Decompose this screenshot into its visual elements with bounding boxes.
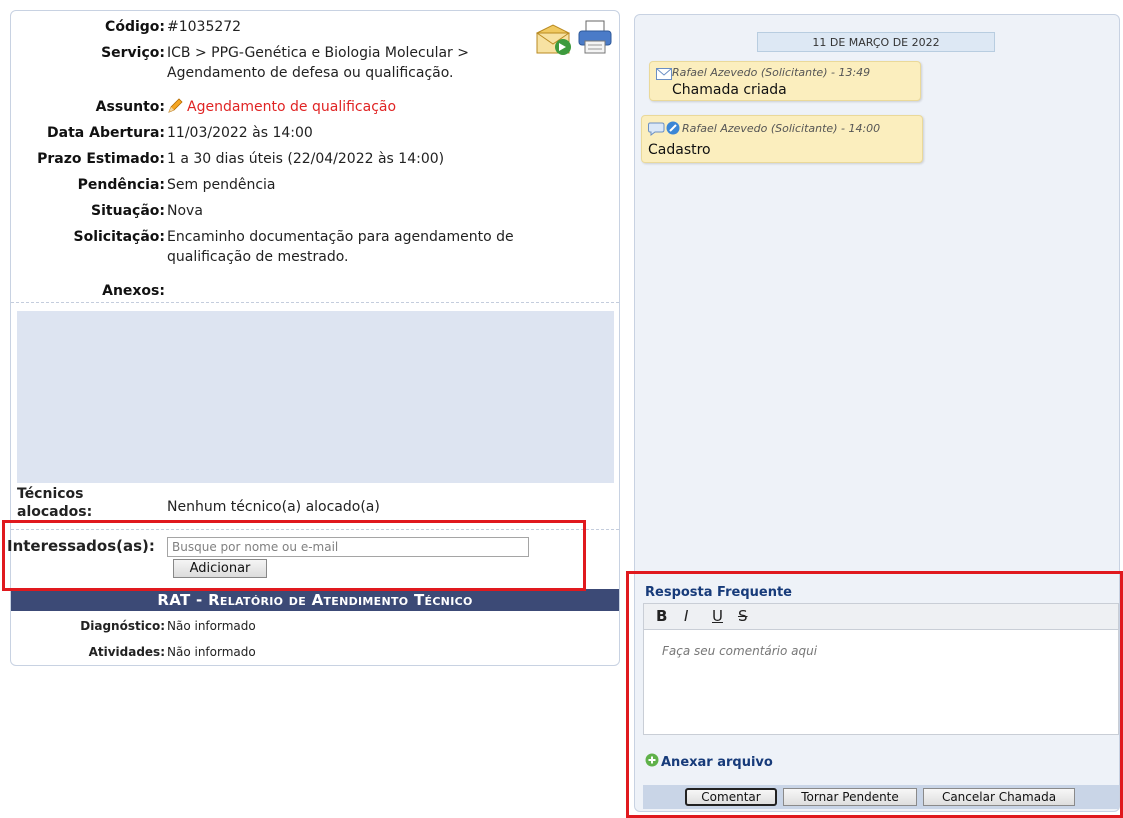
pendencia-value: Sem pendência bbox=[167, 177, 276, 193]
comentar-button[interactable]: Comentar bbox=[685, 788, 777, 806]
rat-header: RAT - Relatório de Atendimento Técnico bbox=[11, 589, 619, 611]
solicitacao-value-line2: qualificação de mestrado. bbox=[167, 249, 349, 265]
italic-button[interactable]: I bbox=[684, 607, 688, 625]
anexar-arquivo-label: Anexar arquivo bbox=[661, 755, 773, 770]
anexos-row: Anexos: bbox=[11, 281, 551, 301]
timeline-entry[interactable]: Rafael Azevedo (Solicitante) - 14:00 Cad… bbox=[641, 115, 923, 163]
pencil-icon bbox=[168, 98, 183, 113]
situacao-label: Situação: bbox=[91, 203, 165, 219]
servico-value-line2: Agendamento de defesa ou qualificação. bbox=[167, 65, 454, 81]
cancelar-chamada-button[interactable]: Cancelar Chamada bbox=[923, 788, 1075, 806]
situacao-row: Situação: Nova bbox=[11, 201, 551, 221]
timeline-panel: 11 DE MARÇO DE 2022 Rafael Azevedo (Soli… bbox=[634, 14, 1120, 812]
attachments-area bbox=[17, 311, 614, 483]
editor-toolbar: B I U S bbox=[643, 603, 1119, 629]
timeline-entry[interactable]: Rafael Azevedo (Solicitante) - 13:49 Cha… bbox=[649, 61, 921, 101]
anexos-label: Anexos: bbox=[102, 283, 165, 299]
situacao-value: Nova bbox=[167, 203, 203, 219]
rat-title-prefix: RAT - bbox=[157, 591, 209, 609]
assunto-row: Assunto: Agendamento de qualificação bbox=[11, 97, 551, 117]
tecnicos-label-line1: Técnicos bbox=[17, 486, 84, 502]
prazo-label: Prazo Estimado: bbox=[37, 151, 165, 167]
pendencia-row: Pendência: Sem pendência bbox=[11, 175, 551, 195]
atividades-value: Não informado bbox=[167, 645, 256, 659]
divider bbox=[11, 529, 619, 530]
codigo-row: Código: #1035272 bbox=[11, 17, 551, 37]
assunto-text: Agendamento de qualificação bbox=[187, 99, 397, 115]
data-abertura-label: Data Abertura: bbox=[47, 125, 165, 141]
diagnostico-row: Diagnóstico: Não informado bbox=[11, 619, 471, 635]
timeline-date: 11 DE MARÇO DE 2022 bbox=[757, 32, 995, 52]
codigo-value: #1035272 bbox=[167, 19, 242, 35]
comment-textarea[interactable] bbox=[643, 629, 1119, 735]
prazo-value: 1 a 30 dias úteis (22/04/2022 às 14:00) bbox=[167, 151, 445, 167]
bold-button[interactable]: B bbox=[656, 607, 667, 625]
interessados-search-input[interactable] bbox=[167, 537, 529, 557]
resposta-frequente-title[interactable]: Resposta Frequente bbox=[645, 585, 792, 600]
timeline-entry-header: Rafael Azevedo (Solicitante) - 14:00 bbox=[682, 122, 881, 135]
servico-label: Serviço: bbox=[101, 45, 165, 61]
timeline-entry-body: Chamada criada bbox=[672, 82, 787, 98]
tecnicos-label-line2: alocados: bbox=[17, 504, 93, 520]
solicitacao-row: Solicitação: Encaminho documentação para… bbox=[11, 227, 551, 267]
solicitacao-value-line1: Encaminho documentação para agendamento … bbox=[167, 229, 514, 245]
codigo-label: Código: bbox=[105, 19, 165, 35]
prazo-row: Prazo Estimado: 1 a 30 dias úteis (22/04… bbox=[11, 149, 551, 169]
tecnicos-value: Nenhum técnico(a) alocado(a) bbox=[167, 499, 380, 515]
adicionar-button[interactable]: Adicionar bbox=[173, 559, 267, 578]
interessados-label: Interessados(as): bbox=[7, 537, 155, 555]
printer-icon[interactable] bbox=[577, 19, 613, 59]
timeline-entry-body: Cadastro bbox=[648, 142, 711, 158]
diagnostico-label: Diagnóstico: bbox=[80, 619, 165, 633]
atividades-label: Atividades: bbox=[88, 645, 165, 659]
comment-icon bbox=[648, 122, 665, 136]
rat-title-rest: Relatório de Atendimento Técnico bbox=[208, 591, 473, 609]
timeline-entry-header: Rafael Azevedo (Solicitante) - 13:49 bbox=[672, 66, 871, 79]
underline-button[interactable]: U bbox=[712, 607, 723, 625]
servico-row: Serviço: ICB > PPG-Genética e Biologia M… bbox=[11, 43, 551, 83]
divider bbox=[11, 302, 619, 303]
strikethrough-button[interactable]: S bbox=[738, 607, 748, 625]
data-abertura-row: Data Abertura: 11/03/2022 às 14:00 bbox=[11, 123, 551, 143]
assunto-label: Assunto: bbox=[95, 99, 165, 115]
action-buttons-bar: Comentar Tornar Pendente Cancelar Chamad… bbox=[643, 785, 1119, 809]
data-abertura-value: 11/03/2022 às 14:00 bbox=[167, 125, 313, 141]
solicitacao-label: Solicitação: bbox=[73, 229, 166, 245]
envelope-icon bbox=[656, 68, 672, 80]
pendencia-label: Pendência: bbox=[77, 177, 165, 193]
tecnicos-label: Técnicos alocados: bbox=[17, 485, 137, 521]
edit-badge-icon bbox=[666, 121, 680, 135]
servico-value-line1: ICB > PPG-Genética e Biologia Molecular … bbox=[167, 45, 469, 61]
add-circle-icon bbox=[645, 753, 659, 767]
diagnostico-value: Não informado bbox=[167, 619, 256, 633]
atividades-row: Atividades: Não informado bbox=[11, 645, 471, 661]
tornar-pendente-button[interactable]: Tornar Pendente bbox=[783, 788, 917, 806]
ticket-details-panel: Código: #1035272 Serviço: ICB > PPG-Gené… bbox=[7, 10, 620, 666]
